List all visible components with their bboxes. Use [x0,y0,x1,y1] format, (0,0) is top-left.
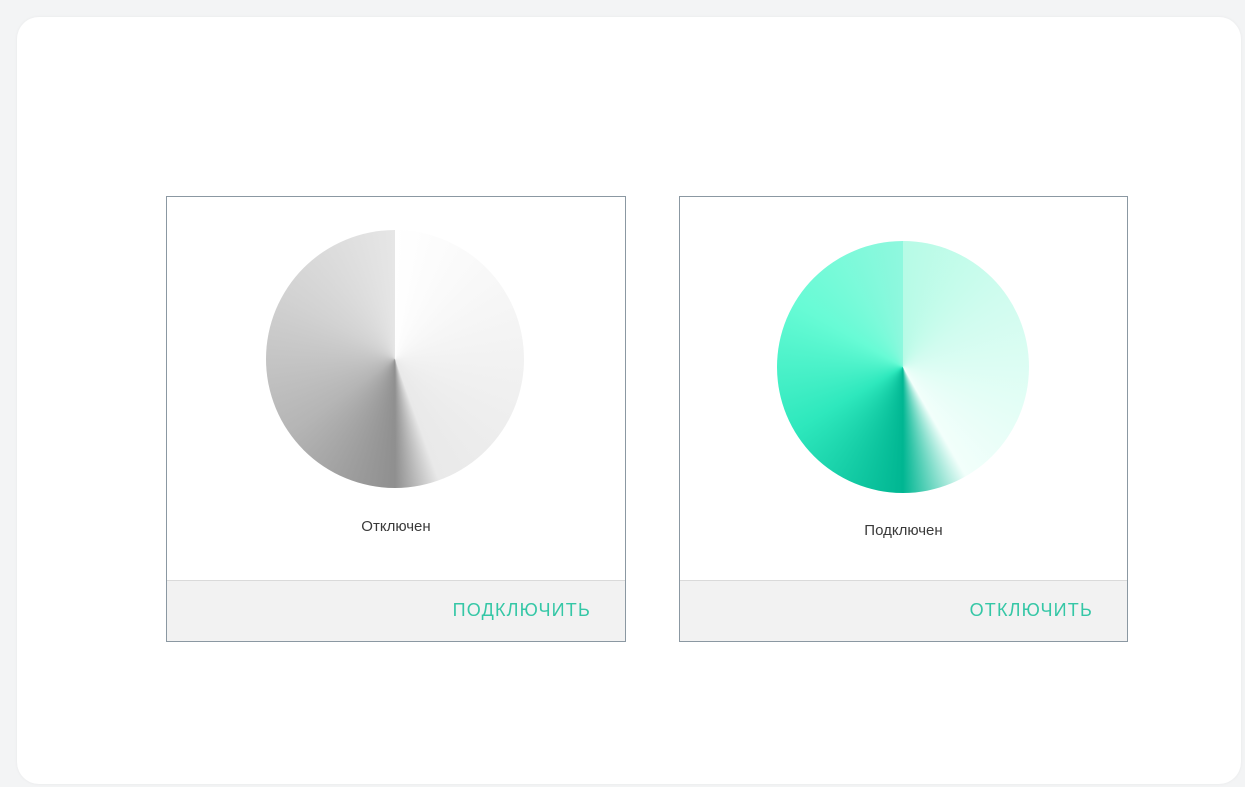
card-footer: ПОДКЛЮЧИТЬ [167,580,625,641]
card-footer: ОТКЛЮЧИТЬ [680,580,1127,641]
connect-button[interactable]: ПОДКЛЮЧИТЬ [453,600,591,621]
status-label: Отключен [361,518,431,535]
main-panel: Отключен ПОДКЛЮЧИТЬ Подключен ОТКЛЮЧИТЬ [17,17,1241,784]
status-label: Подключен [864,522,943,539]
disconnect-button[interactable]: ОТКЛЮЧИТЬ [970,600,1093,621]
connected-status-icon [777,241,1029,493]
disconnected-status-icon [266,230,524,488]
vpn-card-disconnected: Отключен ПОДКЛЮЧИТЬ [166,196,626,642]
vpn-card-connected: Подключен ОТКЛЮЧИТЬ [679,196,1128,642]
